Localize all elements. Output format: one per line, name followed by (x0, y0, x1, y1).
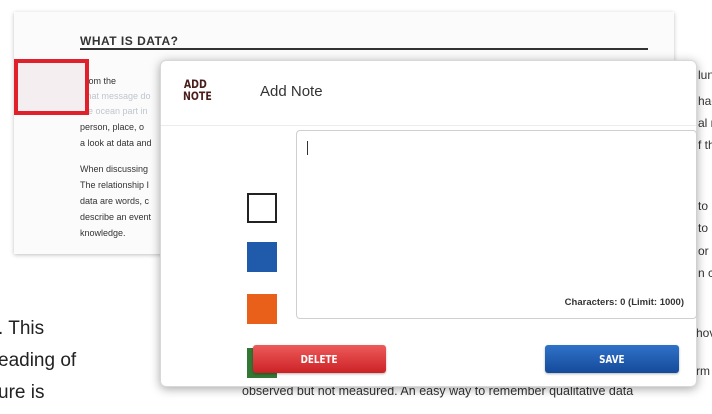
right-text-fragment: hov (696, 326, 712, 340)
body-text-line: describe an event (80, 212, 152, 222)
body-text-line: person, place, o (80, 122, 145, 132)
character-count: Characters: 0 (Limit: 1000) (564, 297, 684, 308)
add-note-dialog: ADD NOTE Add Note Characters: 0 (Limit: … (160, 60, 697, 387)
heading-divider (80, 48, 648, 50)
right-text-fragment: n c (698, 266, 712, 280)
dialog-title: Add Note (260, 83, 323, 100)
body-text-line: are ocean part in (80, 106, 148, 116)
add-note-icon: ADD NOTE (183, 78, 212, 103)
body-text-line: When discussing (80, 164, 149, 174)
delete-button[interactable]: DELETE (253, 345, 386, 373)
right-text-fragment: al r (698, 116, 712, 130)
large-text-fragment: . This (0, 318, 45, 339)
large-text-fragment: eading of (0, 350, 77, 371)
body-text-line: a look at data and (80, 138, 152, 148)
right-text-fragment: to (698, 199, 709, 213)
right-text-fragment: lune (698, 68, 712, 82)
body-text-line: data are words, c (80, 196, 150, 206)
delete-button-label: DELETE (301, 352, 338, 366)
text-caret (307, 141, 308, 155)
right-text-fragment: f th (698, 138, 712, 152)
right-text-fragment: or (698, 244, 709, 258)
section-heading: WHAT IS DATA? (80, 34, 179, 48)
save-button-label: SAVE (599, 352, 625, 366)
body-text-line: knowledge. (80, 228, 126, 238)
body-text-line: The relationship I (80, 180, 150, 190)
body-text-line: what message do (80, 91, 151, 101)
save-button[interactable]: SAVE (545, 345, 679, 373)
logo-line-note: NOTE (183, 89, 212, 103)
dialog-header: ADD NOTE Add Note (161, 61, 696, 126)
large-text-fragment: ure is (0, 382, 45, 403)
color-swatch-blue[interactable] (247, 242, 277, 272)
right-text-fragment: hag (698, 94, 712, 108)
right-text-fragment: to (698, 221, 709, 235)
right-text-fragment: rm (696, 364, 710, 378)
highlight-marker[interactable] (14, 59, 89, 115)
color-swatch-white[interactable] (247, 193, 277, 223)
color-swatch-orange[interactable] (247, 294, 277, 324)
note-textarea[interactable]: Characters: 0 (Limit: 1000) (296, 130, 697, 319)
